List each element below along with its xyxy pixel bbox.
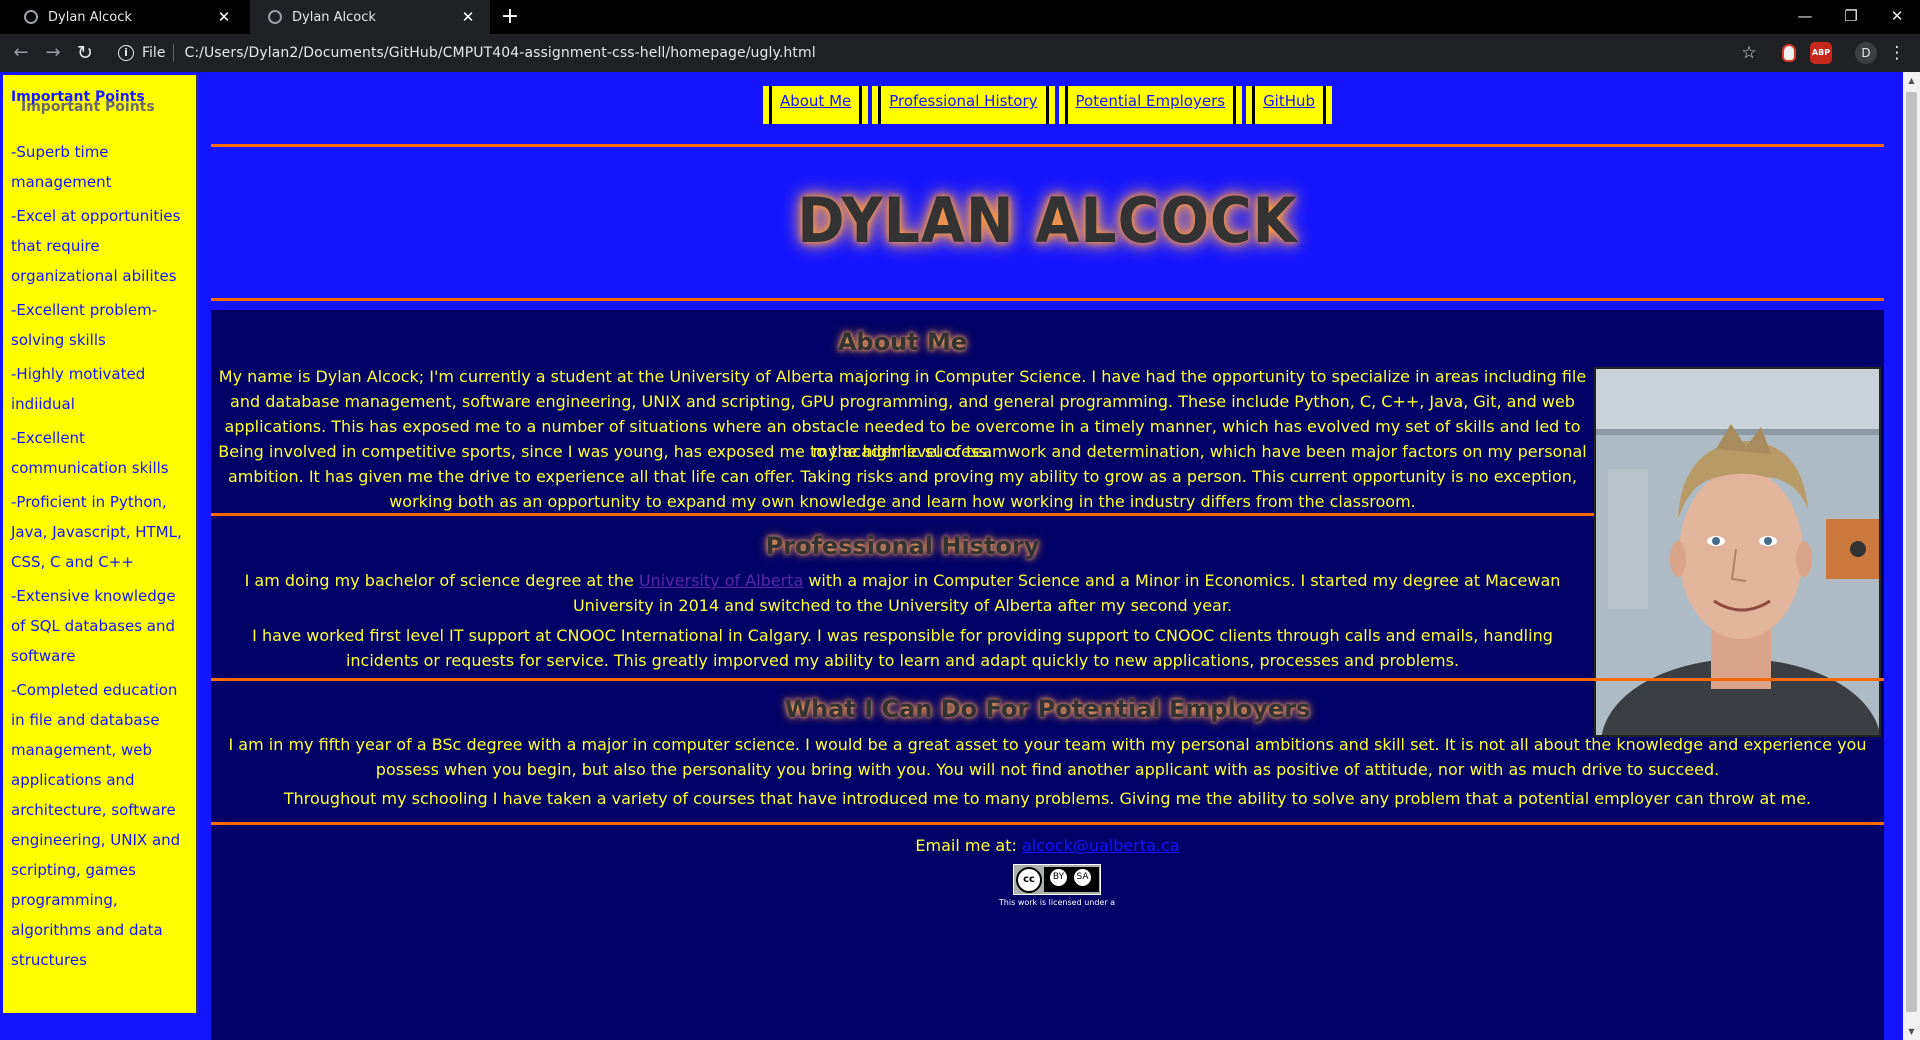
browser-tab[interactable]: Dylan Alcock ✕ xyxy=(6,0,246,34)
profile-avatar[interactable]: D xyxy=(1855,42,1877,64)
sa-icon: SA xyxy=(1074,869,1091,886)
forward-arrow-icon[interactable]: → xyxy=(41,41,65,65)
divider xyxy=(211,822,1884,825)
section-heading-employers: What I Can Do For Potential Employers xyxy=(784,695,1311,723)
email-line: Email me at: alcock@ualberta.ca xyxy=(211,836,1884,855)
section-heading-about: About Me xyxy=(837,328,968,356)
divider xyxy=(211,144,1884,147)
vertical-scrollbar[interactable]: ▲ ▼ xyxy=(1903,72,1920,1040)
portrait-illustration xyxy=(1596,369,1879,735)
nav-link-employers[interactable]: Potential Employers xyxy=(1058,86,1243,124)
nav-link-about[interactable]: About Me xyxy=(762,86,869,124)
email-label: Email me at: xyxy=(915,836,1022,855)
sidebar-list: -Superb time management -Excel at opport… xyxy=(7,137,192,975)
scrollbar-thumb[interactable] xyxy=(1906,92,1917,1012)
divider xyxy=(173,44,175,62)
reload-icon[interactable]: ↻ xyxy=(73,41,97,65)
list-item: -Highly motivated indiidual xyxy=(11,365,146,413)
university-link[interactable]: University of Alberta xyxy=(639,571,803,590)
minimize-icon[interactable]: — xyxy=(1790,3,1820,29)
important-points-sidebar: Important Points Important Points -Super… xyxy=(3,75,198,1013)
browser-tab-active[interactable]: Dylan Alcock ✕ xyxy=(250,0,490,34)
extension-icon[interactable] xyxy=(1782,44,1796,62)
close-tab-icon[interactable]: ✕ xyxy=(460,9,476,25)
bookmark-star-icon[interactable]: ☆ xyxy=(1738,42,1760,64)
employers-paragraph: Throughout my schooling I have taken a v… xyxy=(283,789,1812,808)
page-viewport: Important Points Important Points -Super… xyxy=(0,72,1920,1040)
employers-paragraph: I am in my fifth year of a BSc degree wi… xyxy=(228,735,1867,779)
cc-license-badge[interactable]: cc BY SA xyxy=(1013,864,1101,895)
about-paragraph: Being involved in competitive sports, si… xyxy=(218,442,1587,511)
menu-dots-icon[interactable]: ⋮ xyxy=(1886,42,1908,64)
list-item: -Extensive knowledge of SQL databases an… xyxy=(11,587,176,665)
new-tab-button[interactable]: + xyxy=(498,5,522,29)
restore-icon[interactable]: ❐ xyxy=(1836,3,1866,29)
globe-icon xyxy=(24,10,38,24)
page-title: DYLAN ALCOCK xyxy=(797,184,1298,257)
info-icon[interactable]: i xyxy=(118,45,134,61)
browser-toolbar: ← → ↻ i File C:/Users/Dylan2/Documents/G… xyxy=(0,34,1920,72)
list-item: -Excellent communication skills xyxy=(11,429,169,477)
scheme-label: File xyxy=(142,45,166,61)
divider xyxy=(211,678,1884,681)
divider xyxy=(211,513,1594,516)
sidebar-title-text: Important Points xyxy=(11,89,145,105)
license-caption: This work is licensed under a xyxy=(998,898,1116,907)
back-arrow-icon[interactable]: ← xyxy=(9,41,33,65)
scroll-up-icon[interactable]: ▲ xyxy=(1903,72,1920,89)
scroll-down-icon[interactable]: ▼ xyxy=(1903,1023,1920,1040)
history-paragraph: I have worked first level IT support at … xyxy=(252,626,1553,670)
nav-link-history[interactable]: Professional History xyxy=(872,86,1055,124)
list-item: -Excellent problem-solving skills xyxy=(11,301,158,349)
tab-title: Dylan Alcock xyxy=(292,9,376,25)
adblock-icon[interactable]: ABP xyxy=(1810,42,1832,64)
email-link[interactable]: alcock@ualberta.ca xyxy=(1022,836,1180,855)
content-panel: About Me My name is Dylan Alcock; I'm cu… xyxy=(211,310,1884,1040)
list-item: -Proficient in Python, Java, Javascript,… xyxy=(11,493,182,571)
close-window-icon[interactable]: ✕ xyxy=(1882,3,1912,29)
by-icon: BY xyxy=(1050,869,1067,886)
sidebar-title: Important Points Important Points xyxy=(7,83,192,123)
globe-icon xyxy=(268,10,282,24)
cc-icon: cc xyxy=(1016,867,1042,893)
history-text: I am doing my bachelor of science degree… xyxy=(244,571,639,590)
tab-title: Dylan Alcock xyxy=(48,9,132,25)
list-item: -Excel at opportunities that require org… xyxy=(11,207,181,285)
close-tab-icon[interactable]: ✕ xyxy=(216,9,232,25)
history-paragraph: I am doing my bachelor of science degree… xyxy=(211,568,1594,618)
top-nav: About Me Professional History Potential … xyxy=(211,86,1884,124)
list-item: -Superb time management xyxy=(11,143,112,191)
address-bar[interactable]: i File C:/Users/Dylan2/Documents/GitHub/… xyxy=(110,38,1756,68)
profile-photo xyxy=(1594,367,1881,737)
main-column: About Me Professional History Potential … xyxy=(211,72,1884,1040)
url-text[interactable]: C:/Users/Dylan2/Documents/GitHub/CMPUT40… xyxy=(184,45,815,61)
divider xyxy=(211,298,1884,301)
browser-tab-strip: Dylan Alcock ✕ Dylan Alcock ✕ + — ❐ ✕ xyxy=(0,0,1920,34)
section-heading-history: Professional History xyxy=(765,532,1040,560)
list-item: -Completed education in file and databas… xyxy=(11,681,181,969)
nav-link-github[interactable]: GitHub xyxy=(1246,86,1333,124)
